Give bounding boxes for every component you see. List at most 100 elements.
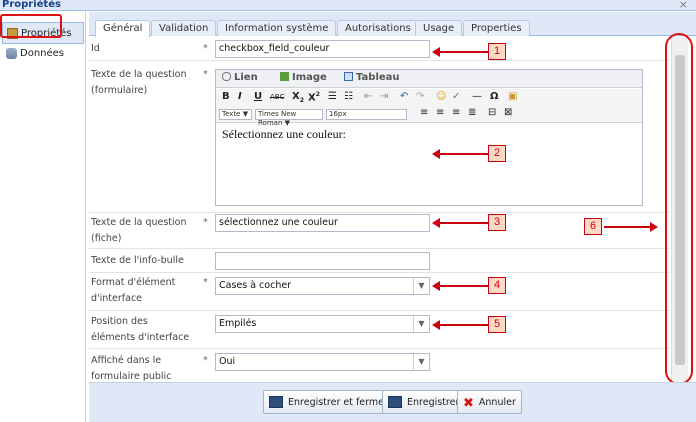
paste-icon[interactable]: ▣ <box>508 91 517 102</box>
callout-4: 4 <box>488 277 506 294</box>
tab-validation[interactable]: Validation <box>151 20 217 36</box>
editor-tab-label: Image <box>292 72 327 83</box>
fullscreen-icon[interactable]: ⊠ <box>504 107 512 118</box>
editor-content[interactable]: Sélectionnez une couleur: <box>222 127 346 142</box>
position-label: Position des <box>91 316 148 327</box>
justify-icon[interactable]: ≣ <box>468 107 476 118</box>
question-sheet-input[interactable]: sélectionnez une couleur <box>215 214 430 232</box>
public-label: Affiché dans le <box>91 355 162 366</box>
position-select[interactable]: Empilés ▼ <box>215 315 430 333</box>
tooltip-label: Texte de l'info-bulle <box>91 255 184 266</box>
row-public: Affiché dans le formulaire public * Oui … <box>89 349 669 382</box>
superscript-icon[interactable]: X2 <box>308 91 320 103</box>
align-left-icon[interactable]: ≡ <box>420 107 428 118</box>
left-nav: Propriétés Données <box>0 12 86 422</box>
window-title: Propriétés <box>2 0 61 10</box>
row-id: Id * checkbox_field_couleur <box>89 37 669 61</box>
annotation-arrow-6-line <box>604 226 652 228</box>
editor-tab-link[interactable]: Lien <box>222 72 258 83</box>
table-icon <box>344 72 353 81</box>
underline-icon[interactable]: U <box>254 91 262 102</box>
indent-icon[interactable]: ⇥ <box>380 91 388 102</box>
numbered-list-icon[interactable]: ☷ <box>344 91 353 102</box>
form-panel: Id * checkbox_field_couleur Texte de la … <box>89 37 669 382</box>
editor-tab-table[interactable]: Tableau <box>344 72 400 83</box>
tab-general[interactable]: Général <box>95 20 151 37</box>
tab-strip: Général Validation Information système A… <box>89 12 696 37</box>
required-marker: * <box>203 217 208 228</box>
cancel-button[interactable]: ✖ Annuler <box>457 390 522 414</box>
public-select[interactable]: Oui ▼ <box>215 353 430 371</box>
size-select[interactable]: 16px <box>326 109 407 120</box>
required-marker: * <box>203 277 208 288</box>
callout-1: 1 <box>488 43 506 60</box>
redo-icon[interactable]: ↷ <box>416 91 424 102</box>
close-icon[interactable]: × <box>679 0 688 11</box>
tab-system-info[interactable]: Information système <box>217 20 337 36</box>
size-select-value: 16px <box>329 110 347 118</box>
required-marker: * <box>203 69 208 80</box>
spellcheck-icon[interactable]: ✓ <box>452 91 460 102</box>
smiley-icon[interactable]: ☺ <box>436 91 446 102</box>
format-select-value: Cases à cocher <box>219 280 292 291</box>
save-button[interactable]: Enregistrer <box>382 390 466 414</box>
editor-tab-label: Lien <box>234 72 258 83</box>
editor-tab-image[interactable]: Image <box>280 72 327 83</box>
style-select[interactable]: Texte ▼ <box>219 109 252 120</box>
format-label: Format d'élément <box>91 277 176 288</box>
footer-toolbar: Enregistrer et fermer Enregistrer ✖ Annu… <box>89 382 696 422</box>
save-close-button[interactable]: Enregistrer et fermer <box>263 390 394 414</box>
id-label: Id <box>91 43 100 54</box>
position-label-2: éléments d'interface <box>91 332 190 343</box>
font-select[interactable]: Times New Roman ▼ <box>255 109 323 127</box>
align-center-icon[interactable]: ≡ <box>436 107 444 118</box>
undo-icon[interactable]: ↶ <box>400 91 408 102</box>
annotation-arrow-6 <box>650 222 658 232</box>
image-icon <box>280 72 289 81</box>
link-icon <box>222 72 231 81</box>
align-right-icon[interactable]: ≡ <box>452 107 460 118</box>
public-select-value: Oui <box>219 356 236 367</box>
tab-properties[interactable]: Properties <box>463 20 530 36</box>
question-form-label: Texte de la question <box>91 69 187 80</box>
nav-item-data[interactable]: Données <box>2 42 84 64</box>
nav-item-label: Données <box>20 47 65 59</box>
font-select-value: Times New Roman <box>258 110 297 127</box>
format-select[interactable]: Cases à cocher ▼ <box>215 277 430 295</box>
cancel-icon: ✖ <box>463 396 474 411</box>
database-icon <box>6 47 17 59</box>
chevron-down-icon[interactable]: ▼ <box>413 278 429 294</box>
save-close-label: Enregistrer et fermer <box>288 396 388 408</box>
chevron-down-icon[interactable]: ▼ <box>413 316 429 332</box>
public-label-2: formulaire public <box>91 371 172 382</box>
annotation-arrow-1-line <box>438 51 488 53</box>
required-marker: * <box>203 355 208 366</box>
id-input[interactable]: checkbox_field_couleur <box>215 40 430 58</box>
save-label: Enregistrer <box>407 396 460 408</box>
annotation-arrow-4-line <box>438 285 488 287</box>
required-marker: * <box>203 43 208 54</box>
horizontal-rule-icon[interactable]: — <box>472 91 482 102</box>
row-question-sheet: Texte de la question (fiche) * sélection… <box>89 213 669 249</box>
window-titlebar: Propriétés × <box>0 0 696 11</box>
callout-6: 6 <box>584 218 602 235</box>
editor-toolbar-format: B I U ABC X2 X2 ☰ ☷ ⇤ ⇥ ↶ ↷ ☺ ✓ — Ω ▣ <box>216 89 642 107</box>
tooltip-input[interactable] <box>215 252 430 270</box>
style-select-value: Texte <box>222 110 241 118</box>
chevron-down-icon[interactable]: ▼ <box>413 354 429 370</box>
cancel-label: Annuler <box>478 396 516 408</box>
bold-icon[interactable]: B <box>222 91 230 102</box>
source-icon[interactable]: ⊟ <box>488 107 496 118</box>
outdent-icon[interactable]: ⇤ <box>364 91 372 102</box>
italic-icon[interactable]: I <box>238 91 242 102</box>
subscript-icon[interactable]: X2 <box>292 91 304 104</box>
tab-usage[interactable]: Usage <box>415 20 463 36</box>
callout-2: 2 <box>488 145 506 162</box>
question-sheet-label: Texte de la question <box>91 217 187 228</box>
tab-authorizations[interactable]: Autorisations <box>337 20 419 36</box>
rich-text-editor[interactable]: Lien Image Tableau B I U ABC X2 X2 ☰ ☷ ⇤… <box>215 69 643 206</box>
editor-tabs: Lien Image Tableau <box>216 70 642 88</box>
omega-icon[interactable]: Ω <box>490 91 499 102</box>
bullet-list-icon[interactable]: ☰ <box>328 91 337 102</box>
strikethrough-icon[interactable]: ABC <box>270 93 284 101</box>
